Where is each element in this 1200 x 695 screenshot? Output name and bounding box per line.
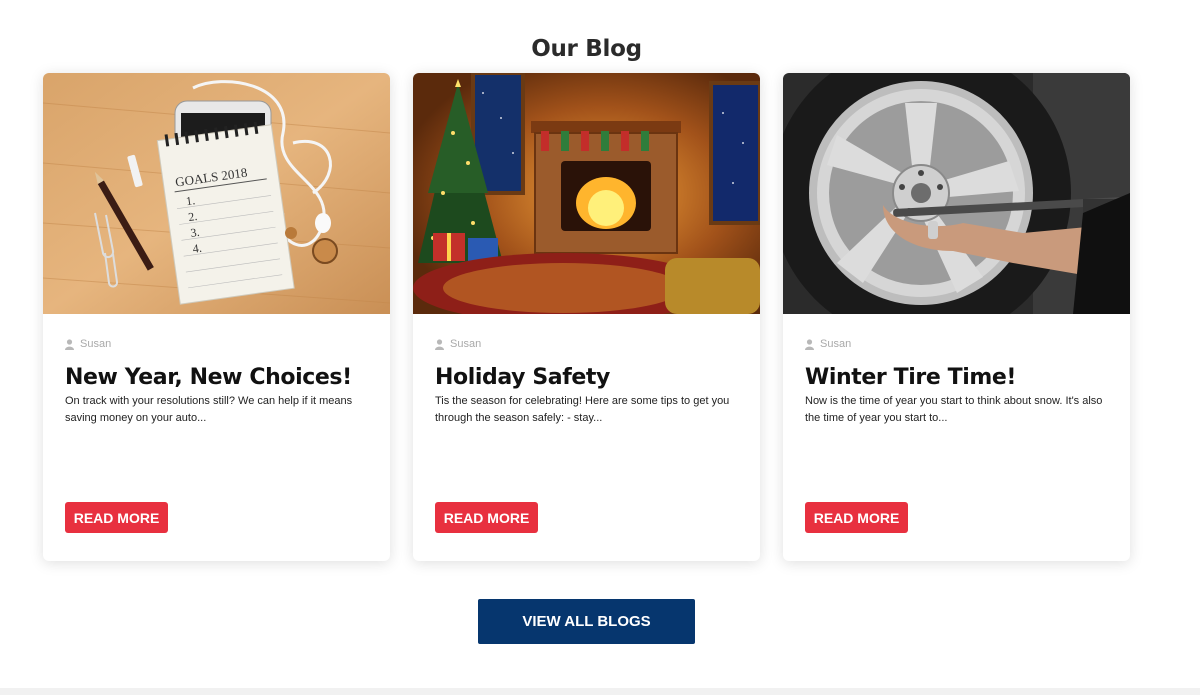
- read-more-button[interactable]: READ MORE: [435, 502, 538, 533]
- user-icon: [805, 338, 814, 350]
- post-excerpt: On track with your resolutions still? We…: [65, 395, 353, 424]
- read-more-button[interactable]: READ MORE: [805, 502, 908, 533]
- post-author: Susan: [65, 338, 111, 350]
- post-title[interactable]: Winter Tire Time!: [805, 365, 1114, 390]
- post-excerpt: Now is the time of year you start to thi…: [805, 395, 1103, 424]
- footer-divider: [0, 688, 1200, 695]
- blog-card-image[interactable]: [783, 73, 1130, 314]
- post-title[interactable]: Holiday Safety: [435, 365, 744, 390]
- post-title[interactable]: New Year, New Choices!: [65, 365, 374, 390]
- blog-card-image[interactable]: GOALS 2018 1. 2. 3. 4.: [43, 73, 390, 314]
- blog-card-new-year: GOALS 2018 1. 2. 3. 4. Susan New Year, N…: [43, 73, 390, 561]
- read-more-button[interactable]: READ MORE: [65, 502, 168, 533]
- view-all-blogs-button[interactable]: VIEW ALL BLOGS: [478, 599, 695, 644]
- user-icon: [435, 338, 444, 350]
- author-name: Susan: [450, 338, 482, 350]
- user-icon: [65, 338, 74, 350]
- post-excerpt: Tis the season for celebrating! Here are…: [435, 395, 730, 424]
- blog-card-holiday-safety: Susan Holiday Safety Tis the season for …: [413, 73, 760, 561]
- post-author: Susan: [805, 338, 851, 350]
- post-author: Susan: [435, 338, 481, 350]
- blog-card-image[interactable]: [413, 73, 760, 314]
- author-name: Susan: [80, 338, 112, 350]
- author-name: Susan: [820, 338, 852, 350]
- blog-card-winter-tire: Susan Winter Tire Time! Now is the time …: [783, 73, 1130, 561]
- section-title: Our Blog: [531, 36, 642, 63]
